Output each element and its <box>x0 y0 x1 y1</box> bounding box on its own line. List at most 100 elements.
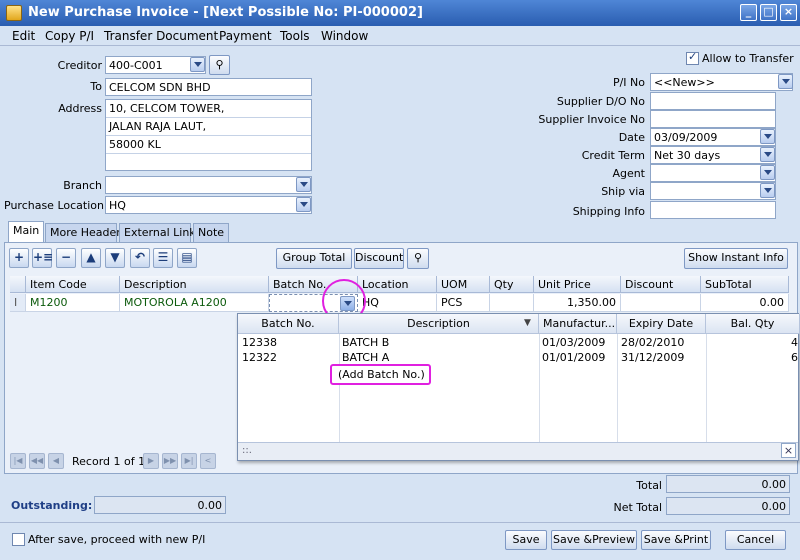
col-description[interactable]: Description <box>120 276 269 293</box>
list-item[interactable]: 12322 BATCH A 01/01/2009 31/12/2009 6 <box>238 350 800 365</box>
cell-item-code[interactable]: M1200 <box>26 294 120 312</box>
list-item[interactable]: 12338 BATCH B 01/03/2009 28/02/2010 4 <box>238 335 800 350</box>
prev-record-icon[interactable]: ◀ <box>48 453 64 469</box>
next-page-icon[interactable]: ▶▶ <box>162 453 178 469</box>
address-line-4[interactable] <box>106 154 311 171</box>
supplier-do-field[interactable] <box>650 92 776 110</box>
form-view-icon[interactable]: ▤ <box>177 248 197 268</box>
popup-col-expiry-date[interactable]: Expiry Date <box>617 314 706 334</box>
after-save-checkbox[interactable] <box>12 533 25 546</box>
creditor-dropdown-icon[interactable] <box>190 57 205 72</box>
last-record-icon[interactable]: ▶| <box>181 453 197 469</box>
minimize-icon[interactable]: _ <box>740 4 757 21</box>
address-line-1[interactable]: 10, CELCOM TOWER, <box>106 100 311 118</box>
col-qty[interactable]: Qty <box>490 276 534 293</box>
maximize-icon[interactable]: □ <box>760 4 777 21</box>
purchase-location-dropdown-icon[interactable] <box>296 197 311 212</box>
agent-field[interactable] <box>650 164 776 182</box>
address-field[interactable]: 10, CELCOM TOWER, JALAN RAJA LAUT, 58000… <box>105 99 312 171</box>
cell-qty[interactable] <box>490 294 534 312</box>
move-down-icon[interactable]: ▼ <box>105 248 125 268</box>
search-icon: ⚲ <box>215 58 224 71</box>
next-record-icon[interactable]: ▶ <box>143 453 159 469</box>
save-button[interactable]: Save <box>505 530 547 550</box>
popup-manufactured: 01/03/2009 <box>542 336 606 349</box>
menu-edit[interactable]: Edit <box>12 29 35 43</box>
discount-button[interactable]: Discount <box>354 248 404 269</box>
find-button[interactable]: ⚲ <box>407 248 429 269</box>
cell-uom[interactable]: PCS <box>437 294 490 312</box>
allow-transfer-checkbox[interactable]: ✓ <box>686 50 699 65</box>
col-unit-price[interactable]: Unit Price <box>534 276 621 293</box>
agent-dropdown-icon[interactable] <box>760 165 775 180</box>
pi-no-field[interactable]: <<New>> <box>650 73 793 91</box>
total-field: 0.00 <box>666 475 790 493</box>
close-icon[interactable]: × <box>780 4 797 21</box>
move-up-icon[interactable]: ▲ <box>81 248 101 268</box>
add-row-icon[interactable]: + <box>9 248 29 268</box>
col-item-code[interactable]: Item Code <box>26 276 120 293</box>
add-batch-item[interactable]: (Add Batch No.) <box>330 364 431 385</box>
creditor-search-button[interactable]: ⚲ <box>209 55 230 75</box>
group-total-button[interactable]: Group Total <box>276 248 352 269</box>
popup-col-description[interactable]: Description <box>339 314 539 334</box>
menu-payment[interactable]: Payment <box>219 29 272 43</box>
ship-via-label: Ship via <box>601 185 645 198</box>
tab-external-link[interactable]: External Link <box>119 223 196 242</box>
cell-subtotal[interactable]: 0.00 <box>701 294 789 312</box>
branch-field[interactable] <box>105 176 312 194</box>
cell-discount[interactable] <box>621 294 701 312</box>
show-instant-info-button[interactable]: Show Instant Info <box>684 248 788 269</box>
insert-row-icon[interactable]: +≡ <box>32 248 53 268</box>
popup-col-bal-qty[interactable]: Bal. Qty <box>706 314 800 334</box>
save-preview-button[interactable]: Save &Preview <box>551 530 637 550</box>
list-icon[interactable]: ☰ <box>153 248 173 268</box>
cell-unit-price[interactable]: 1,350.00 <box>534 294 621 312</box>
nav-back-icon[interactable]: < <box>200 453 216 469</box>
allow-transfer-label: Allow to Transfer <box>702 52 794 65</box>
credit-term-dropdown-icon[interactable] <box>760 147 775 162</box>
supplier-invoice-field[interactable] <box>650 110 776 128</box>
ship-via-field[interactable] <box>650 182 776 200</box>
col-uom[interactable]: UOM <box>437 276 490 293</box>
cell-location[interactable]: HQ <box>358 294 437 312</box>
date-dropdown-icon[interactable] <box>760 129 775 144</box>
popup-col-manufactured[interactable]: Manufactur... <box>539 314 617 334</box>
date-label: Date <box>618 131 645 144</box>
to-field[interactable]: CELCOM SDN BHD <box>105 78 312 96</box>
record-counter: Record 1 of 1 <box>72 455 146 468</box>
popup-col-batch-no[interactable]: Batch No. <box>238 314 339 334</box>
prev-page-icon[interactable]: ◀◀ <box>29 453 45 469</box>
menu-copy-pi[interactable]: Copy P/I <box>45 29 94 43</box>
popup-close-icon[interactable]: × <box>781 443 796 458</box>
purchase-location-field[interactable]: HQ <box>105 196 312 214</box>
shipping-info-field[interactable] <box>650 201 776 219</box>
menu-transfer-document[interactable]: Transfer Document <box>104 29 218 43</box>
col-subtotal[interactable]: SubTotal <box>701 276 789 293</box>
tab-main[interactable]: Main <box>8 221 44 242</box>
col-location[interactable]: Location <box>358 276 437 293</box>
resize-grip-icon[interactable]: ::. <box>242 445 252 456</box>
address-line-2[interactable]: JALAN RAJA LAUT, <box>106 118 311 136</box>
save-print-button[interactable]: Save &Print <box>641 530 711 550</box>
supplier-do-label: Supplier D/O No <box>556 95 645 108</box>
net-total-label: Net Total <box>613 501 663 514</box>
cancel-button[interactable]: Cancel <box>725 530 786 550</box>
after-save-label: After save, proceed with new P/I <box>28 533 206 546</box>
col-discount[interactable]: Discount <box>621 276 701 293</box>
undo-icon[interactable]: ↶ <box>130 248 150 268</box>
menu-window[interactable]: Window <box>321 29 368 43</box>
address-label: Address <box>58 102 102 115</box>
tab-note[interactable]: Note <box>193 223 229 242</box>
first-record-icon[interactable]: |◀ <box>10 453 26 469</box>
address-line-3[interactable]: 58000 KL <box>106 136 311 154</box>
menu-tools[interactable]: Tools <box>280 29 310 43</box>
date-field[interactable]: 03/09/2009 <box>650 128 776 146</box>
tab-more-header[interactable]: More Header <box>45 223 121 242</box>
ship-via-dropdown-icon[interactable] <box>760 183 775 198</box>
credit-term-field[interactable]: Net 30 days <box>650 146 776 164</box>
delete-row-icon[interactable]: − <box>56 248 76 268</box>
pi-no-dropdown-icon[interactable] <box>778 74 793 89</box>
cell-description[interactable]: MOTOROLA A1200 <box>120 294 269 312</box>
branch-dropdown-icon[interactable] <box>296 177 311 192</box>
